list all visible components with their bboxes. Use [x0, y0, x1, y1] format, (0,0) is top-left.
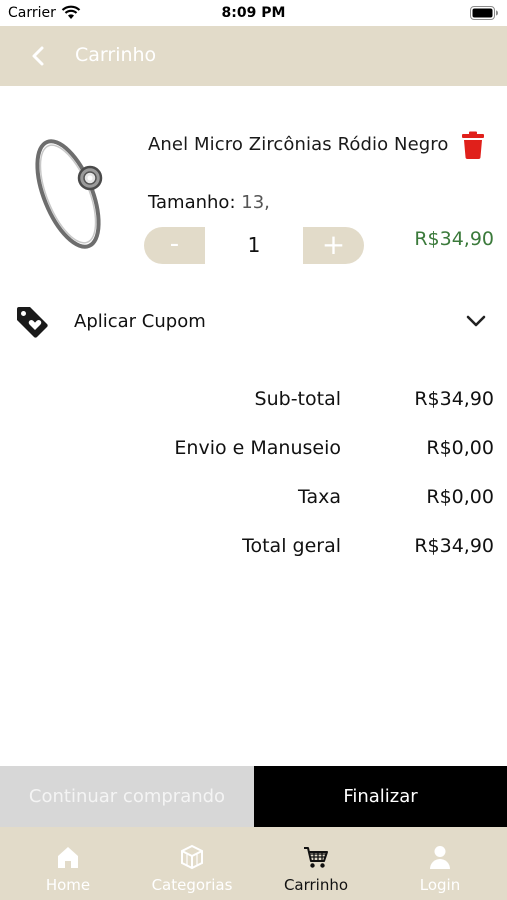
categories-icon	[181, 844, 203, 870]
tab-cart[interactable]: Carrinho	[253, 827, 379, 900]
tab-categories[interactable]: Categorias	[129, 827, 255, 900]
summary-value: R$0,00	[426, 437, 494, 459]
cart-icon	[304, 847, 328, 868]
user-icon	[430, 846, 450, 869]
size-row: Tamanho: 13,	[148, 192, 270, 213]
trash-icon[interactable]	[461, 131, 485, 159]
quantity-value: 1	[247, 233, 261, 257]
tab-label: Categorias	[151, 876, 233, 894]
summary-row-total: Total geral R$34,90	[0, 535, 507, 565]
ring-product-image[interactable]	[28, 122, 118, 258]
tab-label: Login	[419, 876, 461, 894]
apply-coupon-row[interactable]: Aplicar Cupom	[0, 296, 507, 348]
product-name: Anel Micro Zircônias Ródio Negro	[148, 134, 449, 155]
status-bar: Carrier 8:09 PM	[0, 0, 507, 26]
tab-bar: Home Categorias Carrinho Login	[0, 827, 507, 900]
quantity-decrease-button[interactable]: -	[144, 227, 205, 264]
summary-value: R$0,00	[426, 486, 494, 508]
quantity-increase-button[interactable]: +	[303, 227, 364, 264]
page-title: Carrinho	[75, 44, 157, 66]
status-time: 8:09 PM	[221, 5, 286, 21]
battery-icon	[470, 6, 498, 20]
nav-bar: Carrinho	[0, 26, 507, 86]
tab-home[interactable]: Home	[5, 827, 131, 900]
back-chevron-icon[interactable]	[26, 42, 52, 70]
checkout-button[interactable]: Finalizar	[254, 766, 507, 827]
tab-label: Carrinho	[283, 876, 349, 894]
summary-label: Taxa	[298, 486, 341, 508]
tab-label: Home	[45, 876, 91, 894]
continue-shopping-button[interactable]: Continuar comprando	[0, 766, 254, 827]
chevron-down-icon[interactable]	[465, 311, 487, 331]
item-price: R$34,90	[414, 228, 494, 250]
summary-label: Total geral	[242, 535, 341, 557]
summary-row-tax: Taxa R$0,00	[0, 486, 507, 516]
summary-row-shipping: Envio e Manuseio R$0,00	[0, 437, 507, 467]
apply-coupon-label: Aplicar Cupom	[74, 311, 206, 332]
size-value: 13,	[241, 192, 270, 213]
summary-label: Envio e Manuseio	[174, 437, 341, 459]
summary-label: Sub-total	[254, 388, 341, 410]
tab-login[interactable]: Login	[377, 827, 503, 900]
summary-value: R$34,90	[414, 535, 494, 557]
summary-value: R$34,90	[414, 388, 494, 410]
tag-heart-icon	[17, 307, 48, 338]
home-icon	[58, 847, 78, 868]
summary-row-subtotal: Sub-total R$34,90	[0, 388, 507, 418]
size-label: Tamanho:	[148, 192, 236, 213]
